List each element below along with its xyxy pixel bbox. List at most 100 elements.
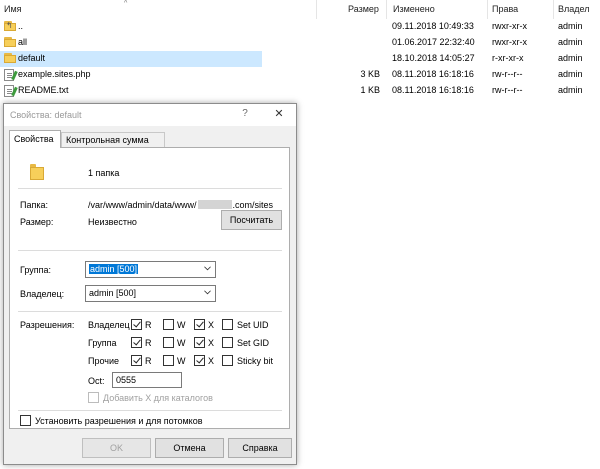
calculate-size-button[interactable]: Посчитать [221, 210, 282, 230]
folder-icon [4, 37, 16, 48]
file-size: 1 KB [360, 85, 380, 95]
file-rights: rw-r--r-- [492, 69, 523, 79]
column-header-owner[interactable]: Владел [558, 4, 589, 14]
set-uid-label: Set UID [237, 320, 269, 330]
selection-summary: 1 папка [88, 168, 120, 178]
divider [18, 311, 282, 312]
file-name: example.sites.php [18, 69, 91, 79]
divider [18, 188, 282, 189]
group-exec-checkbox[interactable] [194, 337, 205, 348]
ok-button[interactable]: OK [82, 438, 151, 458]
perm-r-label: R [145, 356, 152, 366]
perm-x-label: X [208, 338, 215, 348]
folder-path: /var/www/admin/data/www/ .com/sites [88, 200, 273, 210]
column-divider[interactable] [386, 0, 387, 19]
sticky-bit-checkbox[interactable] [222, 355, 233, 366]
file-name: .. [18, 21, 24, 31]
dialog-titlebar[interactable]: Свойства: default ? ✕ [4, 104, 296, 126]
others-exec-checkbox[interactable] [194, 355, 205, 366]
owner-label: Владелец: [20, 289, 65, 299]
file-owner: admin [558, 85, 583, 95]
file-owner: admin [558, 69, 583, 79]
file-name: README.txt [18, 85, 69, 95]
column-divider[interactable] [487, 0, 488, 19]
size-value: Неизвестно [88, 217, 137, 227]
file-row-readme-txt[interactable]: README.txt 1 KB 08.11.2018 16:18:16 rw-r… [0, 83, 600, 99]
perm-x-label: X [208, 320, 215, 330]
folder-path-end: .com/sites [232, 200, 274, 210]
sticky-bit-label: Sticky bit [237, 356, 274, 366]
file-list-header: ^ Имя Размер Изменено Права Владел [0, 0, 600, 19]
tab-checksum[interactable]: Контрольная сумма [61, 132, 165, 147]
close-icon[interactable]: ✕ [272, 107, 286, 120]
file-changed: 01.06.2017 22:32:40 [392, 37, 475, 47]
tab-properties[interactable]: Свойства [9, 130, 61, 148]
divider [18, 410, 282, 411]
folder-path-start: /var/www/admin/data/www/ [88, 200, 197, 210]
help-icon[interactable]: ? [238, 108, 252, 119]
redacted-block [197, 200, 232, 209]
file-row-default[interactable]: default 18.10.2018 14:05:27 r-xr-xr-x ad… [0, 51, 600, 67]
group-write-checkbox[interactable] [163, 337, 174, 348]
group-read-checkbox[interactable] [131, 337, 142, 348]
file-name: all [18, 37, 28, 47]
column-header-changed[interactable]: Изменено [393, 4, 435, 14]
file-rights: rwxr-xr-x [492, 37, 527, 47]
owner-exec-checkbox[interactable] [194, 319, 205, 330]
add-x-dirs-label: Добавить X для каталогов [103, 393, 213, 403]
divider [18, 250, 282, 251]
file-rights: rw-r--r-- [492, 85, 523, 95]
add-x-dirs-checkbox[interactable] [88, 392, 99, 403]
file-size: 3 KB [360, 69, 380, 79]
chevron-down-icon [204, 266, 211, 271]
others-read-checkbox[interactable] [131, 355, 142, 366]
octal-label: Oct: [88, 376, 105, 386]
file-name: default [18, 53, 46, 63]
recursive-checkbox[interactable] [20, 415, 31, 426]
file-rights: r-xr-xr-x [492, 53, 524, 63]
perm-x-label: X [208, 356, 215, 366]
column-divider[interactable] [553, 0, 554, 19]
octal-input[interactable] [112, 372, 182, 388]
file-row-all[interactable]: all 01.06.2017 22:32:40 rwxr-xr-x admin [0, 35, 600, 51]
others-write-checkbox[interactable] [163, 355, 174, 366]
perm-row-owner: Владелец [88, 320, 130, 330]
size-label: Размер: [20, 217, 54, 227]
help-button[interactable]: Справка [228, 438, 292, 458]
owner-write-checkbox[interactable] [163, 319, 174, 330]
folder-label: Папка: [20, 200, 48, 210]
owner-read-checkbox[interactable] [131, 319, 142, 330]
column-header-rights[interactable]: Права [492, 4, 518, 14]
file-row-example-sites-php[interactable]: example.sites.php 3 KB 08.11.2018 16:18:… [0, 67, 600, 83]
perm-r-label: R [145, 338, 152, 348]
owner-value: admin [500] [89, 288, 137, 298]
permissions-label: Разрешения: [20, 320, 75, 330]
cancel-button[interactable]: Отмена [155, 438, 224, 458]
text-file-icon [4, 85, 18, 97]
column-header-name[interactable]: Имя [4, 4, 22, 14]
column-header-size[interactable]: Размер [348, 4, 379, 14]
set-gid-checkbox[interactable] [222, 337, 233, 348]
perm-r-label: R [145, 320, 152, 330]
file-changed: 08.11.2018 16:18:16 [392, 85, 474, 95]
dialog-title: Свойства: default [10, 110, 82, 120]
octal-field[interactable] [113, 373, 181, 387]
folder-icon [4, 53, 16, 64]
folder-icon [30, 164, 44, 180]
recursive-label: Установить разрешения и для потомков [35, 416, 203, 426]
perm-row-group: Группа [88, 338, 117, 348]
properties-panel: 1 папка Папка: /var/www/admin/data/www/.… [9, 147, 290, 429]
owner-select[interactable]: admin [500] [85, 285, 216, 302]
perm-w-label: W [177, 320, 186, 330]
perm-w-label: W [177, 338, 186, 348]
properties-dialog: Свойства: default ? ✕ Свойства Контрольн… [3, 103, 297, 465]
file-owner: admin [558, 37, 583, 47]
parent-folder-icon: ↰ [4, 21, 16, 32]
file-row-parent[interactable]: ↰ .. 09.11.2018 10:49:33 rwxr-xr-x admin [0, 19, 600, 35]
group-select[interactable]: admin [500] [85, 261, 216, 278]
file-changed: 18.10.2018 14:05:27 [392, 53, 475, 63]
set-uid-checkbox[interactable] [222, 319, 233, 330]
perm-w-label: W [177, 356, 186, 366]
file-rights: rwxr-xr-x [492, 21, 527, 31]
column-divider[interactable] [316, 0, 317, 19]
